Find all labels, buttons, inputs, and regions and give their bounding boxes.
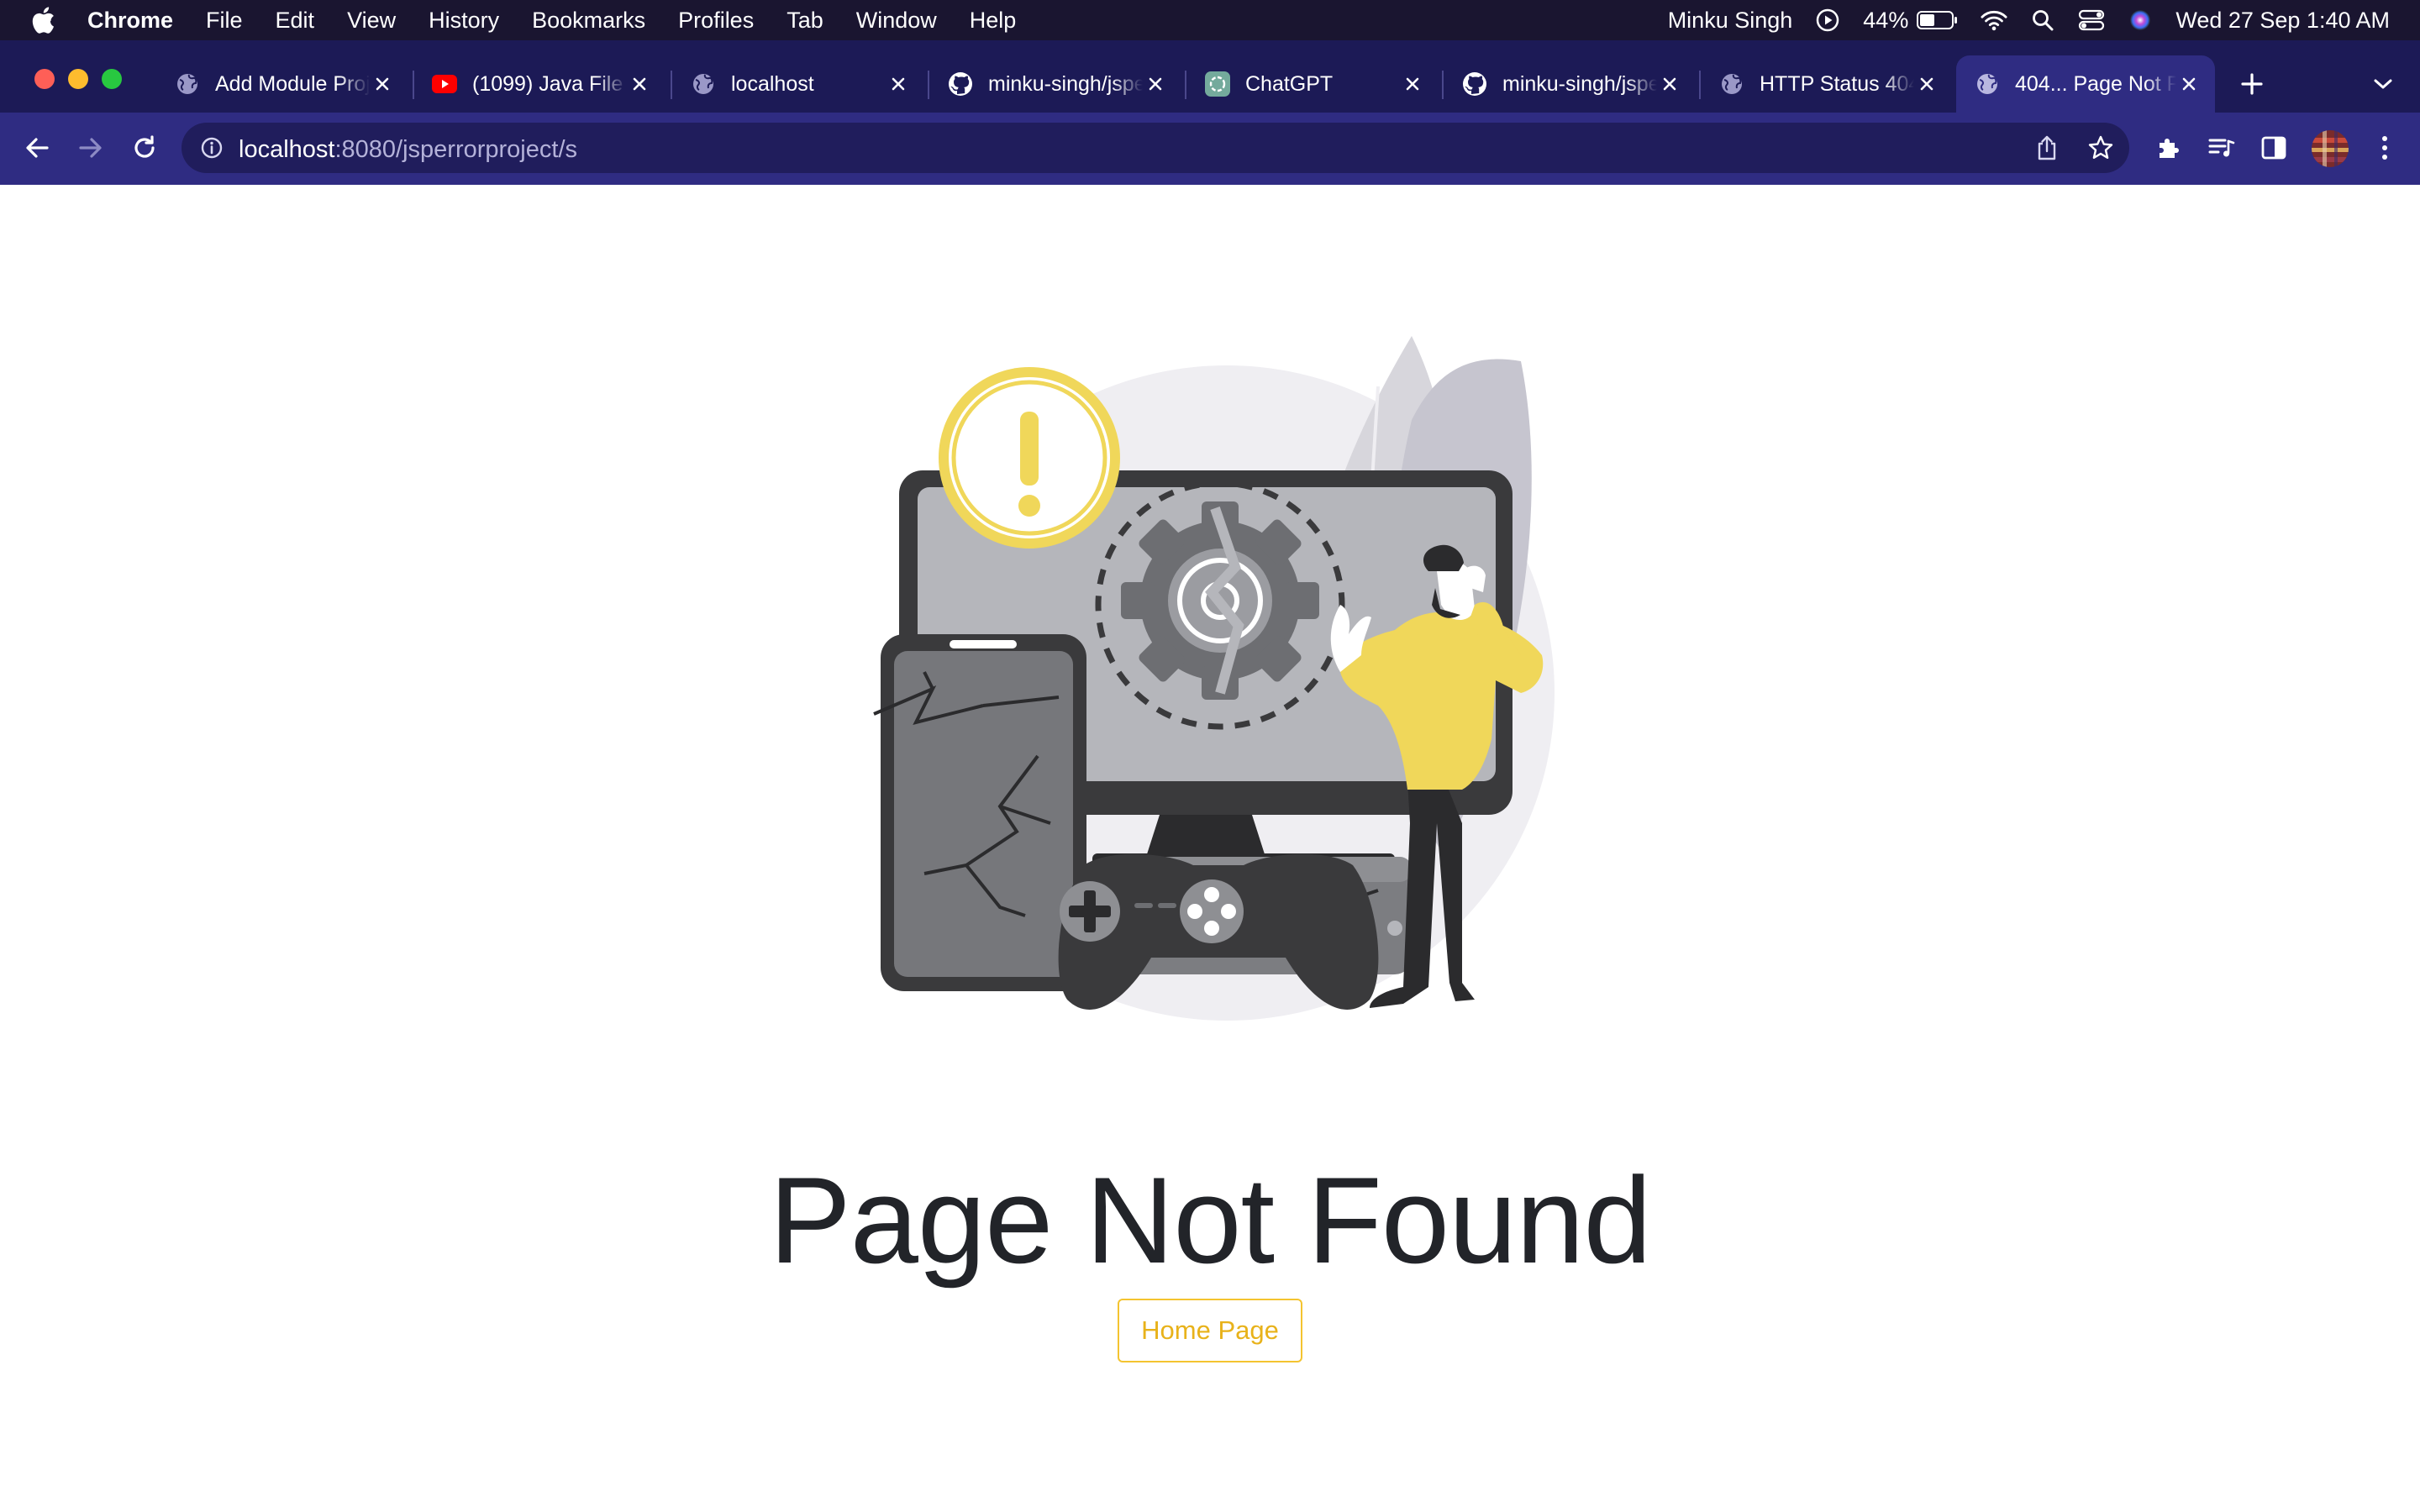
site-info-icon[interactable] [195, 131, 229, 165]
side-panel-icon[interactable] [2257, 131, 2291, 165]
url-host: localhost [239, 136, 335, 163]
menu-file[interactable]: File [206, 8, 243, 34]
extensions-puzzle-icon[interactable] [2151, 131, 2185, 165]
menu-view[interactable]: View [347, 8, 396, 34]
battery-percent: 44% [1863, 7, 1909, 33]
close-icon[interactable] [886, 71, 911, 97]
close-icon[interactable] [2176, 71, 2202, 97]
tab-title: Add Module Project [215, 71, 370, 96]
page-title: Page Not Found [769, 1152, 1651, 1289]
tab-title: (1099) Java File Upload [472, 71, 627, 96]
tab-search-chevron-down-icon[interactable] [2366, 67, 2400, 101]
window-close-button[interactable] [34, 69, 55, 89]
menu-tab[interactable]: Tab [786, 8, 823, 34]
back-arrow-icon[interactable] [20, 131, 54, 165]
close-icon[interactable] [627, 71, 652, 97]
reload-icon[interactable] [128, 131, 161, 165]
menu-help[interactable]: Help [970, 8, 1017, 34]
tab-localhost[interactable]: localhost [672, 59, 924, 109]
wifi-icon[interactable] [1981, 7, 2007, 34]
close-icon[interactable] [1657, 71, 1682, 97]
tab-title: minku-singh/jsperror [1502, 71, 1657, 96]
window-maximize-button[interactable] [102, 69, 122, 89]
battery-icon[interactable] [1917, 7, 1959, 34]
clock-datetime[interactable]: Wed 27 Sep 1:40 AM [2175, 8, 2390, 34]
tab-youtube[interactable]: (1099) Java File Upload [413, 59, 666, 109]
github-icon [948, 71, 973, 97]
error-illustration [857, 319, 1580, 1042]
globe-icon [1975, 71, 2000, 97]
bookmark-star-icon[interactable] [2084, 131, 2118, 165]
url-path: :8080/jsperrorproject/s [334, 136, 577, 163]
tab-title: localhost [731, 71, 814, 96]
menu-app-name[interactable]: Chrome [87, 8, 173, 34]
kebab-menu-icon[interactable] [2368, 131, 2402, 165]
tab-title: HTTP Status 404 [1760, 71, 1914, 96]
globe-icon [175, 71, 200, 97]
macos-menu-bar: Chrome File Edit View History Bookmarks … [0, 0, 2420, 40]
play-circle-icon[interactable] [1814, 7, 1841, 34]
close-icon[interactable] [1914, 71, 1939, 97]
url-text[interactable]: localhost:8080/jsperrorproject/s [239, 136, 577, 164]
reading-list-icon[interactable] [2205, 131, 2238, 165]
home-page-button[interactable]: Home Page [1118, 1299, 1302, 1362]
close-icon[interactable] [370, 71, 395, 97]
siri-icon[interactable] [2127, 7, 2154, 34]
share-icon[interactable] [2030, 131, 2064, 165]
menu-bookmarks[interactable]: Bookmarks [532, 8, 645, 34]
menu-history[interactable]: History [429, 8, 499, 34]
globe-icon [691, 71, 716, 97]
profile-avatar[interactable] [2311, 129, 2349, 168]
forward-arrow-icon[interactable] [74, 131, 108, 165]
menu-window[interactable]: Window [856, 8, 937, 34]
tab-add-module[interactable]: Add Module Project [156, 59, 408, 109]
tab-chatgpt[interactable]: ChatGPT [1186, 59, 1439, 109]
tab-page-not-found[interactable]: 404... Page Not Found [1956, 55, 2215, 113]
control-center-icon[interactable] [2078, 7, 2105, 34]
tab-title: 404... Page Not Found [2015, 71, 2176, 96]
toolbar-bottom-border [0, 183, 2420, 185]
tab-title: minku-singh/jsperror [988, 71, 1143, 96]
window-minimize-button[interactable] [68, 69, 88, 89]
apple-logo-icon[interactable] [30, 6, 55, 34]
tab-github-2[interactable]: minku-singh/jsperror [1444, 59, 1696, 109]
new-tab-icon[interactable] [2235, 67, 2269, 101]
tab-http-status[interactable]: HTTP Status 404 [1701, 59, 1953, 109]
spotlight-search-icon[interactable] [2029, 7, 2056, 34]
status-user-name[interactable]: Minku Singh [1668, 8, 1793, 34]
menu-profiles[interactable]: Profiles [678, 8, 754, 34]
globe-icon [1719, 71, 1744, 97]
menu-edit[interactable]: Edit [276, 8, 315, 34]
tab-github-1[interactable]: minku-singh/jsperror [929, 59, 1181, 109]
chatgpt-icon [1205, 71, 1230, 97]
close-icon[interactable] [1143, 71, 1168, 97]
tab-title: ChatGPT [1245, 71, 1334, 96]
github-icon [1462, 71, 1487, 97]
youtube-icon [432, 71, 457, 97]
close-icon[interactable] [1400, 71, 1425, 97]
